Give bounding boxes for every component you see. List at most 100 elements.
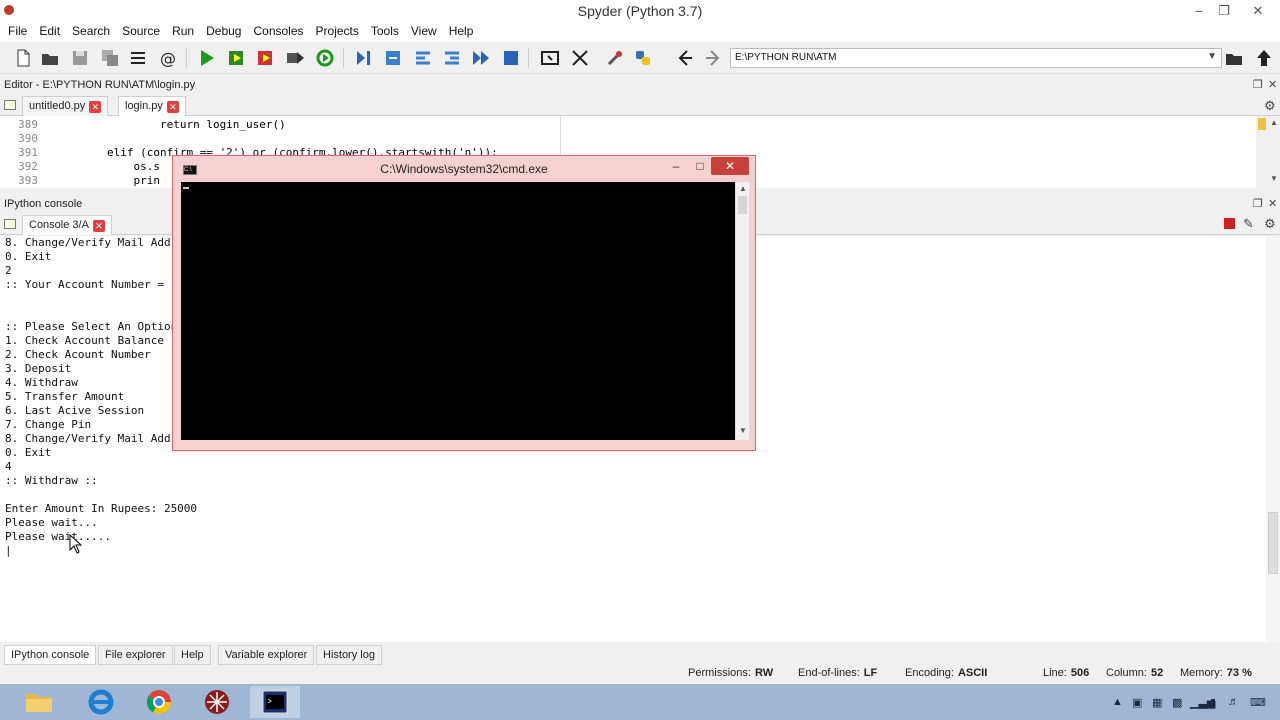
scrollbar-thumb[interactable] (738, 196, 747, 214)
forward-icon[interactable] (703, 48, 723, 68)
chrome-icon[interactable] (134, 686, 184, 718)
scroll-down-icon[interactable]: ▼ (739, 426, 747, 435)
scroll-up-icon[interactable]: ▲ (1270, 118, 1278, 127)
tab-login[interactable]: login.py ✕ (118, 96, 186, 116)
cmd-scrollbar[interactable]: ▲ ▼ (735, 182, 749, 440)
undock-icon[interactable]: ❐ (1253, 78, 1263, 91)
status-permissions: Permissions: RW (688, 667, 774, 679)
menu-run[interactable]: Run (166, 22, 200, 40)
tab-label: Console 3/A (29, 219, 89, 231)
save-icon[interactable] (70, 48, 90, 68)
cmd-maximize-button[interactable]: □ (687, 157, 713, 175)
run-selection-icon[interactable] (285, 48, 305, 68)
code-analysis-marker (1258, 118, 1266, 130)
close-tab-icon[interactable]: ✕ (92, 220, 105, 232)
close-tab-icon[interactable]: ✕ (166, 101, 179, 113)
menu-file[interactable]: File (2, 22, 33, 40)
at-icon[interactable]: @ (158, 48, 178, 68)
chevron-down-icon[interactable]: ▼ (1207, 51, 1217, 62)
menu-debug[interactable]: Debug (200, 22, 247, 40)
fullscreen-icon[interactable] (570, 48, 590, 68)
menu-help[interactable]: Help (443, 22, 480, 40)
parent-folder-icon[interactable] (1254, 48, 1274, 68)
working-directory-combo[interactable]: E:\PYTHON RUN\ATM ▼ (730, 48, 1222, 68)
status-memory: Memory: 73 % (1180, 667, 1252, 679)
close-tab-icon[interactable]: ✕ (89, 101, 102, 113)
browse-folder-icon[interactable] (1224, 48, 1244, 68)
step-into-icon[interactable] (413, 48, 433, 68)
run-cell-advance-icon[interactable] (256, 48, 276, 68)
console-line: 2. Check Acount Number (5, 348, 151, 361)
close-window-button[interactable]: ✕ (1238, 2, 1278, 20)
menu-projects[interactable]: Projects (310, 22, 365, 40)
close-pane-icon[interactable]: ✕ (1268, 197, 1277, 210)
minimize-button[interactable]: – (1185, 2, 1213, 20)
open-file-icon[interactable] (40, 48, 60, 68)
tab-ipython-console[interactable]: IPython console (4, 645, 97, 665)
menu-view[interactable]: View (405, 22, 443, 40)
stop-icon[interactable] (501, 48, 521, 68)
console-scrollbar[interactable] (1266, 236, 1280, 642)
console-line: 4. Withdraw (5, 376, 78, 389)
run-icon[interactable] (197, 48, 217, 68)
bottom-tab-bar: IPython console File explorer Help Varia… (0, 643, 1280, 665)
show-hidden-icons-icon[interactable]: ▲ (1112, 696, 1123, 708)
menu-source[interactable]: Source (116, 22, 166, 40)
battery-icon[interactable]: ▮ (1210, 696, 1216, 709)
status-encoding: Encoding: ASCII (905, 667, 988, 679)
debug-icon[interactable] (353, 48, 373, 68)
internet-explorer-icon[interactable] (76, 686, 126, 718)
step-return-icon[interactable] (442, 48, 462, 68)
outline-icon[interactable] (128, 48, 148, 68)
volume-icon[interactable]: ♬ (1228, 696, 1239, 708)
new-file-icon[interactable] (13, 48, 33, 68)
run-cell-icon[interactable] (227, 48, 247, 68)
cmd-icon[interactable] (250, 686, 300, 718)
editor-scrollbar[interactable]: ▲ ▼ (1256, 116, 1280, 188)
scrollbar-thumb[interactable] (1268, 512, 1278, 574)
gear-icon[interactable]: ⚙ (1264, 98, 1276, 114)
pencil-icon[interactable]: ✎ (1243, 216, 1254, 232)
interrupt-kernel-icon[interactable] (1224, 218, 1235, 229)
tab-file-explorer[interactable]: File explorer (98, 645, 173, 665)
back-icon[interactable] (675, 48, 695, 68)
menu-tools[interactable]: Tools (365, 22, 405, 40)
cmd-minimize-button[interactable]: – (663, 157, 689, 175)
undock-icon[interactable]: ❐ (1253, 197, 1263, 210)
menu-search[interactable]: Search (66, 22, 116, 40)
text-cursor (183, 187, 189, 189)
status-bar: Permissions: RW End-of-lines: LF Encoding:… (0, 665, 1280, 683)
step-icon[interactable] (383, 48, 403, 68)
tab-history-log[interactable]: History log (316, 645, 382, 665)
save-all-icon[interactable] (100, 48, 120, 68)
menu-consoles[interactable]: Consoles (247, 22, 309, 40)
tray-app-icon[interactable]: ▣ (1132, 696, 1142, 709)
scroll-down-icon[interactable]: ▼ (1270, 174, 1278, 183)
console-line: 0. Exit (5, 446, 52, 459)
cmd-window[interactable]: C:\ C:\Windows\system32\cmd.exe – □ ✕ ▲ … (172, 155, 756, 451)
scroll-up-icon[interactable]: ▲ (739, 184, 747, 193)
maximize-pane-icon[interactable] (540, 48, 560, 68)
tray-app-icon[interactable]: ▦ (1152, 696, 1162, 709)
preferences-icon[interactable] (605, 48, 625, 68)
restore-button[interactable]: ❐ (1210, 2, 1238, 20)
tab-console[interactable]: Console 3/A ✕ (22, 215, 112, 235)
keyboard-icon[interactable]: ⌨ (1250, 696, 1266, 709)
tray-app-icon[interactable]: ▩ (1172, 696, 1182, 709)
browse-tabs-icon[interactable] (4, 100, 16, 110)
close-pane-icon[interactable]: ✕ (1268, 78, 1277, 91)
spyder-icon[interactable] (192, 686, 242, 718)
tab-untitled0[interactable]: untitled0.py ✕ (22, 96, 109, 116)
cmd-console-area[interactable] (181, 182, 735, 440)
tab-variable-explorer[interactable]: Variable explorer (218, 645, 315, 665)
menu-edit[interactable]: Edit (33, 22, 66, 40)
gear-icon[interactable]: ⚙ (1264, 216, 1276, 232)
rerun-icon[interactable] (315, 48, 335, 68)
python-path-icon[interactable] (633, 48, 653, 68)
continue-icon[interactable] (471, 48, 491, 68)
cmd-close-button[interactable]: ✕ (711, 157, 749, 175)
browse-tabs-icon[interactable] (4, 219, 16, 229)
console-pane-title: IPython console (4, 198, 83, 210)
tab-help[interactable]: Help (174, 645, 211, 665)
file-explorer-icon[interactable] (14, 686, 64, 718)
